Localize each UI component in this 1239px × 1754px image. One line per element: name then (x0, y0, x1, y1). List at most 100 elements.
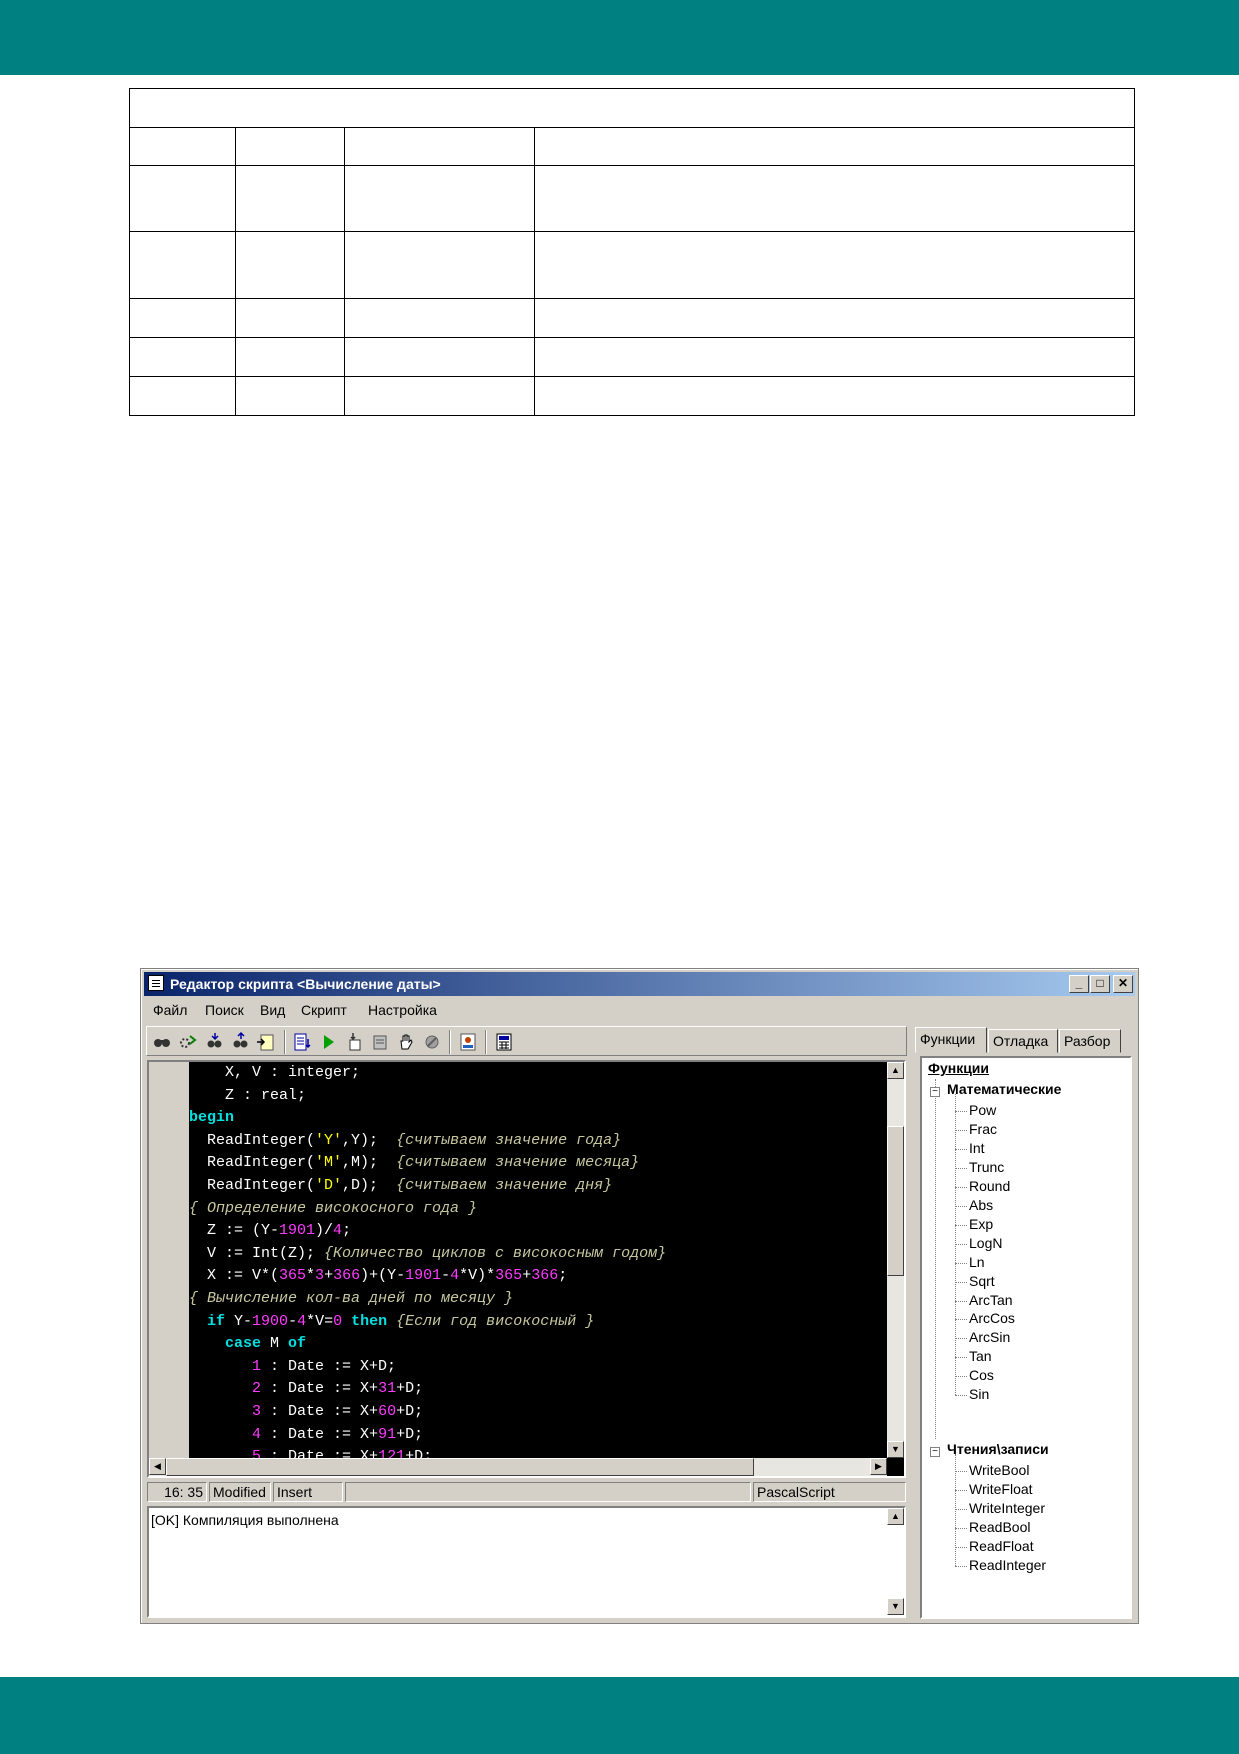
code-token: 'D' (315, 1176, 343, 1194)
tab-functions[interactable]: Функции (915, 1027, 987, 1053)
menu-view[interactable]: Вид (260, 1002, 285, 1018)
table-cell (235, 127, 345, 167)
tree-item[interactable]: WriteBool (969, 1462, 1029, 1478)
code-explorer-icon[interactable] (457, 1031, 479, 1053)
step-over-icon[interactable] (369, 1031, 391, 1053)
code-line: ReadInteger('Y',Y); {считываем значение … (189, 1130, 887, 1153)
table-cell (235, 297, 345, 338)
tree-item[interactable]: Cos (969, 1367, 994, 1383)
code-line: 3 : Date := X+60+D; (189, 1401, 887, 1424)
tree-item[interactable]: ReadBool (969, 1519, 1031, 1535)
tree-item[interactable]: Int (969, 1140, 985, 1156)
tree-connector (955, 1224, 967, 1226)
table-cell (235, 375, 345, 417)
scroll-up-button[interactable]: ▲ (887, 1062, 904, 1079)
find-icon[interactable] (151, 1031, 173, 1053)
tree-item[interactable]: ReadInteger (969, 1557, 1046, 1573)
tree-item[interactable]: Frac (969, 1121, 997, 1137)
code-token: 366 (333, 1267, 361, 1285)
code-token: ,M); (342, 1154, 397, 1172)
scroll-thumb[interactable] (166, 1458, 754, 1476)
menu-script[interactable]: Скрипт (301, 1002, 347, 1018)
find-next-icon[interactable] (203, 1031, 225, 1053)
tree-item[interactable]: ArcCos (969, 1310, 1015, 1326)
messages-scroll-down-button[interactable]: ▼ (887, 1598, 904, 1615)
tree-item[interactable]: ArcSin (969, 1329, 1010, 1345)
code-editor[interactable]: X, V : integer; Z : real; begin ReadInteg… (147, 1060, 906, 1478)
breakpoint-icon[interactable] (421, 1031, 443, 1053)
code-line: 1 : Date := X+D; (189, 1356, 887, 1379)
run-icon[interactable] (317, 1031, 339, 1053)
scroll-down-button[interactable]: ▼ (887, 1441, 904, 1458)
table-cell (129, 127, 236, 167)
vertical-scrollbar[interactable]: ▲ ▼ (887, 1062, 904, 1458)
functions-tree[interactable]: Функции − Математические − Чтения\записи… (920, 1056, 1132, 1619)
tree-item[interactable]: Exp (969, 1216, 993, 1232)
replace-icon[interactable] (177, 1031, 199, 1053)
tab-parse[interactable]: Разбор (1059, 1029, 1121, 1053)
toolbar-separator (284, 1030, 286, 1054)
code-line: ReadInteger('M',M); {считываем значение … (189, 1152, 887, 1175)
tree-connector (955, 1129, 967, 1131)
tree-item[interactable]: Abs (969, 1197, 993, 1213)
tree-item[interactable]: ReadFloat (969, 1538, 1034, 1554)
tree-item[interactable]: Pow (969, 1102, 996, 1118)
message-line: [OK] Компиляция выполнена (151, 1512, 339, 1528)
scroll-left-button[interactable]: ◀ (149, 1458, 166, 1475)
step-into-icon[interactable] (343, 1031, 365, 1053)
menu-search[interactable]: Поиск (205, 1002, 244, 1018)
find-prev-icon[interactable] (229, 1031, 251, 1053)
window-title: Редактор скрипта <Вычисление даты> (170, 976, 441, 992)
code-token: : Date := X+ (261, 1380, 379, 1398)
compile-icon[interactable] (291, 1031, 313, 1053)
code-token: : Date := X+ (261, 1402, 379, 1420)
code-token: ,D); (342, 1176, 397, 1194)
collapse-icon[interactable]: − (930, 1087, 940, 1097)
code-token: begin (189, 1109, 235, 1127)
tree-item[interactable]: Ln (969, 1254, 985, 1270)
tree-item[interactable]: ArcTan (969, 1292, 1013, 1308)
code-area[interactable]: X, V : integer; Z : real; begin ReadInteg… (189, 1062, 887, 1462)
tree-item[interactable]: WriteFloat (969, 1481, 1033, 1497)
tree-item[interactable]: LogN (969, 1235, 1002, 1251)
tree-item[interactable]: WriteInteger (969, 1500, 1045, 1516)
goto-line-icon[interactable] (255, 1031, 277, 1053)
code-token: 'M' (315, 1154, 343, 1172)
table-cell (129, 375, 236, 417)
close-button[interactable]: ✕ (1113, 975, 1133, 993)
messages-scroll-up-button[interactable]: ▲ (887, 1508, 904, 1525)
code-token: 4 (297, 1312, 307, 1330)
scroll-thumb[interactable] (887, 1126, 904, 1276)
calculator-icon[interactable] (493, 1031, 515, 1053)
code-line: if Y-1900-4*V=0 then {Если год високосны… (189, 1311, 887, 1334)
tree-item[interactable]: Trunc (969, 1159, 1004, 1175)
code-line: Z := (Y-1901)/4; (189, 1220, 887, 1243)
horizontal-scrollbar[interactable]: ◀ ▶ (149, 1458, 887, 1476)
code-token: 1900 (252, 1312, 289, 1330)
menu-file[interactable]: Файл (153, 1002, 187, 1018)
table-cell (534, 297, 1135, 338)
tab-debug[interactable]: Отладка (988, 1029, 1058, 1053)
tree-item[interactable]: Sin (969, 1386, 989, 1402)
messages-pane[interactable]: [OK] Компиляция выполнена ▲ ▼ (147, 1506, 906, 1618)
tree-item[interactable]: Sqrt (969, 1273, 995, 1289)
tree-group-readwrite[interactable]: Чтения\записи (947, 1441, 1049, 1457)
tree-item[interactable]: Round (969, 1178, 1010, 1194)
stop-hand-icon[interactable] (395, 1031, 417, 1053)
scroll-right-button[interactable]: ▶ (870, 1458, 887, 1475)
collapse-icon[interactable]: − (930, 1447, 940, 1457)
table-cell (534, 231, 1135, 299)
status-bar: 16: 35 Modified Insert PascalScript (147, 1482, 906, 1502)
title-bar[interactable]: Редактор скрипта <Вычисление даты> _ □ ✕ (144, 972, 1135, 996)
tree-root[interactable]: Функции (928, 1060, 989, 1076)
tree-group-math[interactable]: Математические (947, 1081, 1061, 1097)
tree-item[interactable]: Tan (969, 1348, 992, 1364)
menu-settings[interactable]: Настройка (368, 1002, 437, 1018)
minimize-button[interactable]: _ (1069, 975, 1089, 993)
code-token: M (261, 1335, 289, 1353)
maximize-button[interactable]: □ (1090, 975, 1110, 993)
code-token: 4 (252, 1425, 262, 1443)
code-token: 3 (315, 1267, 325, 1285)
